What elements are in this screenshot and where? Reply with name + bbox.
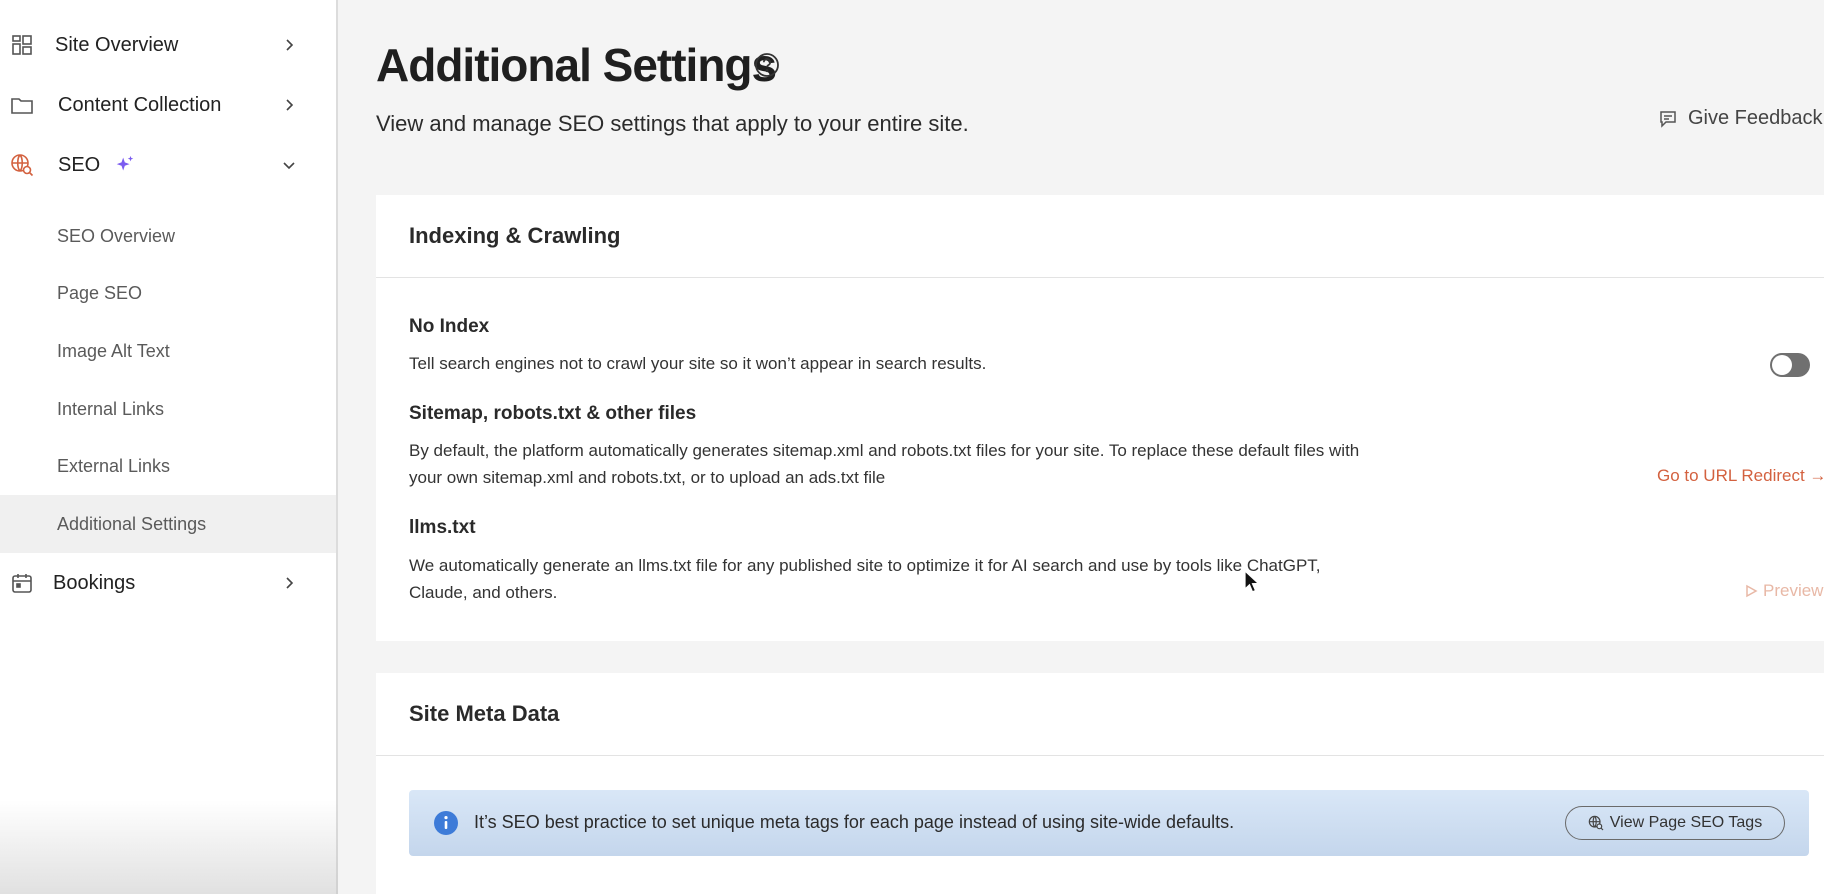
- no-index-title: No Index: [409, 316, 490, 337]
- no-index-toggle[interactable]: [1770, 353, 1810, 377]
- sidebar-item-label: External Links: [57, 455, 171, 476]
- play-icon: [1746, 584, 1758, 598]
- chevron-right-icon: [286, 39, 294, 51]
- preview-label: Preview: [1763, 581, 1824, 600]
- seo-label: SEO: [58, 153, 101, 176]
- chevron-down-icon: [283, 162, 295, 170]
- globe-search-icon: [11, 154, 34, 177]
- sidebar-item-seo-overview[interactable]: SEO Overview: [0, 208, 336, 264]
- indexing-crawling-title: Indexing & Crawling: [409, 223, 621, 248]
- sidebar-item-label: Content Collection: [58, 93, 222, 116]
- sidebar-item-image-alt-text[interactable]: Image Alt Text: [0, 323, 336, 379]
- sidebar-item-label: Site Overview: [55, 33, 179, 56]
- give-feedback-button[interactable]: Give Feedback: [1658, 107, 1823, 130]
- page-title: Additional Settings: [376, 39, 777, 91]
- indexing-crawling-card: Indexing & Crawling No Index Tell search…: [376, 195, 1824, 641]
- view-page-seo-tags-label: View Page SEO Tags: [1609, 814, 1763, 831]
- preview-link[interactable]: Preview: [1744, 581, 1823, 601]
- feedback-icon: [1660, 110, 1676, 128]
- chevron-right-icon: [286, 577, 294, 589]
- sitemap-description-line: By default, the platform automatically g…: [409, 441, 1360, 460]
- sparkle-icon: [116, 156, 134, 171]
- sidebar-item-label: Additional Settings: [57, 513, 207, 534]
- info-banner: It’s SEO best practice to set unique met…: [409, 790, 1809, 856]
- sidebar: Site Overview Content Collection SEO SEO…: [0, 0, 338, 894]
- sidebar-item-internal-links[interactable]: Internal Links: [0, 381, 336, 437]
- calendar-icon: [12, 574, 32, 593]
- sidebar-item-seo[interactable]: SEO: [0, 139, 338, 191]
- chevron-right-icon: [286, 99, 294, 111]
- llms-description-line: We automatically generate an llms.txt fi…: [409, 556, 1321, 575]
- app: Site Overview Content Collection SEO SEO…: [0, 0, 1824, 894]
- card-header: Indexing & Crawling: [376, 195, 1824, 278]
- sidebar-item-page-seo[interactable]: Page SEO: [0, 265, 336, 321]
- card-header: Site Meta Data: [376, 673, 1824, 756]
- give-feedback-label: Give Feedback: [1688, 107, 1823, 129]
- llms-description: We automatically generate an llms.txt fi…: [409, 552, 1469, 606]
- sidebar-item-label: Internal Links: [57, 398, 165, 419]
- info-banner-text: It’s SEO best practice to set unique met…: [474, 812, 1235, 832]
- sidebar-item-bookings[interactable]: Bookings: [0, 557, 338, 609]
- view-page-seo-tags-button[interactable]: View Page SEO Tags: [1565, 806, 1785, 840]
- globe-search-icon: [1588, 815, 1604, 831]
- info-icon: [434, 811, 458, 835]
- sidebar-item-label: Page SEO: [57, 282, 143, 303]
- dashboard-icon: [12, 35, 32, 55]
- sitemap-title: Sitemap, robots.txt & other files: [409, 403, 697, 424]
- help-icon[interactable]: [754, 52, 780, 78]
- llms-description-line: Claude, and others.: [409, 583, 558, 602]
- toggle-knob: [1772, 355, 1792, 375]
- llms-title: llms.txt: [409, 517, 476, 538]
- sidebar-item-content-collection[interactable]: Content Collection: [0, 79, 338, 131]
- sidebar-item-label: SEO Overview: [57, 225, 176, 246]
- site-meta-data-card: Site Meta Data It’s SEO best practice to…: [376, 673, 1824, 894]
- folder-icon: [11, 98, 33, 114]
- sidebar-item-label: Bookings: [53, 571, 136, 594]
- site-meta-data-title: Site Meta Data: [409, 701, 560, 726]
- sidebar-bottom-fade: [0, 800, 338, 894]
- sidebar-item-label: Image Alt Text: [57, 340, 170, 361]
- sidebar-item-site-overview[interactable]: Site Overview: [0, 19, 338, 71]
- page-subtitle: View and manage SEO settings that apply …: [376, 111, 969, 136]
- sitemap-description: By default, the platform automatically g…: [409, 437, 1509, 491]
- sidebar-item-external-links[interactable]: External Links: [0, 438, 336, 494]
- sidebar-item-additional-settings[interactable]: Additional Settings: [0, 495, 336, 553]
- no-index-description: Tell search engines not to crawl your si…: [409, 354, 987, 373]
- mouse-cursor-icon: [1244, 570, 1260, 593]
- go-to-url-redirect-link[interactable]: Go to URL Redirect →: [1657, 466, 1824, 486]
- sidebar-item-label: SEO: [58, 154, 136, 177]
- sitemap-description-line: your own sitemap.xml and robots.txt, or …: [409, 468, 886, 487]
- main-content: Additional Settings View and manage SEO …: [340, 0, 1824, 894]
